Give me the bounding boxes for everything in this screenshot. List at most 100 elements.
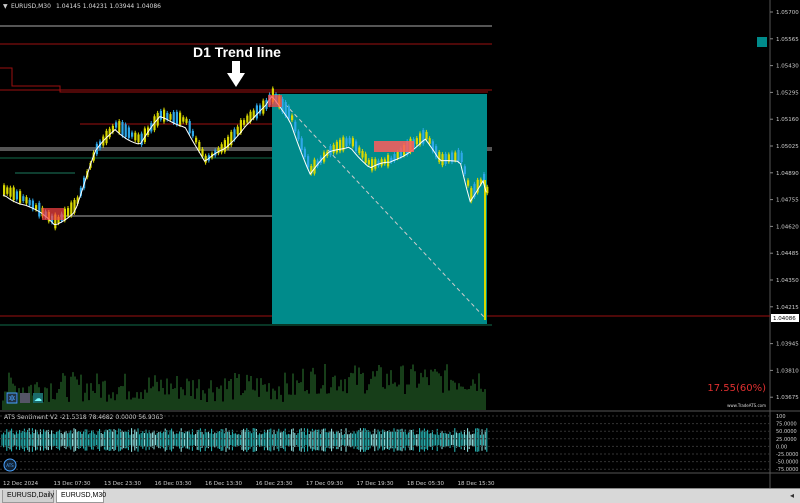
indicator-level-label: 100 bbox=[776, 414, 786, 420]
candle-body bbox=[454, 152, 457, 161]
candle-body bbox=[428, 138, 431, 144]
candle-body bbox=[287, 106, 290, 119]
candle-body bbox=[457, 149, 460, 162]
price-tick-label: 1.04350 bbox=[776, 278, 799, 284]
percent-text: 17.55(60%) bbox=[707, 383, 766, 394]
candle-body bbox=[297, 131, 300, 140]
candle-body bbox=[303, 148, 306, 158]
candle-body bbox=[159, 110, 162, 120]
candle-body bbox=[115, 122, 118, 128]
candle-body bbox=[188, 121, 191, 134]
candle-body bbox=[255, 105, 258, 119]
indicator-level-label: -75.0000 bbox=[776, 467, 798, 473]
time-tick-label: 17 Dec 19:30 bbox=[357, 481, 394, 487]
symbol-label: EURUSD,M30 bbox=[11, 3, 51, 10]
candle-body bbox=[467, 180, 470, 186]
price-tick-label: 1.04485 bbox=[776, 251, 799, 257]
scroll-left-icon[interactable]: ◂ bbox=[790, 491, 794, 500]
candle-body bbox=[332, 144, 335, 153]
price-tick-label: 1.05025 bbox=[776, 144, 799, 150]
zone-marker bbox=[757, 37, 767, 47]
candle-body bbox=[63, 208, 66, 221]
price-tick-label: 1.05295 bbox=[776, 90, 799, 96]
time-tick-label: 18 Dec 15:30 bbox=[458, 481, 495, 487]
tab-eurusd-daily[interactable]: EURUSD,Daily bbox=[2, 490, 54, 503]
time-tick-label: 13 Dec 23:30 bbox=[104, 481, 141, 487]
price-axis: 1.05700 1.05565 1.05430 1.05295 1.05160 1.050… bbox=[770, 10, 799, 401]
ohlc-values: 1.04145 1.04231 1.03944 1.04086 bbox=[56, 3, 161, 10]
chart-tabs: EURUSD,Daily EURUSD,M30 ◂ bbox=[0, 488, 800, 503]
gear-glyph: ✲ bbox=[9, 394, 16, 403]
time-tick-label: 13 Dec 07:30 bbox=[54, 481, 91, 487]
time-tick-label: 12 Dec 2024 bbox=[3, 481, 39, 487]
candle-body bbox=[134, 132, 137, 141]
teal-zone bbox=[272, 94, 487, 324]
candle-body bbox=[172, 112, 175, 124]
candle-body bbox=[3, 185, 6, 195]
candle-body bbox=[28, 199, 31, 206]
candle-body bbox=[236, 126, 239, 135]
indicator-level-label: -25.0000 bbox=[776, 452, 798, 458]
grid-icon[interactable] bbox=[20, 393, 30, 403]
price-tick-label: 1.05565 bbox=[776, 37, 799, 43]
candle-body bbox=[348, 137, 351, 144]
candle-body bbox=[294, 121, 297, 132]
candle-body bbox=[25, 197, 28, 204]
candle-body bbox=[246, 115, 249, 123]
candle-body bbox=[307, 156, 310, 168]
candle-body bbox=[6, 187, 9, 194]
candle-body bbox=[204, 155, 207, 163]
candle-body bbox=[358, 147, 361, 154]
dropdown-triangle-icon[interactable]: ▼ bbox=[3, 3, 8, 10]
time-tick-label: 17 Dec 09:30 bbox=[306, 481, 343, 487]
price-tick-label: 1.04755 bbox=[776, 198, 799, 204]
candle-body bbox=[179, 112, 182, 125]
red-signal-box-2 bbox=[268, 95, 282, 107]
price-tick-label: 1.05160 bbox=[776, 117, 799, 123]
price-tick-label: 1.04620 bbox=[776, 224, 799, 230]
time-tick-label: 16 Dec 13:30 bbox=[205, 481, 242, 487]
watermark: www.TradeATS.com bbox=[727, 403, 766, 408]
candle-body bbox=[361, 150, 364, 158]
indicator-level-label: -50.0000 bbox=[776, 460, 798, 466]
candle-body bbox=[163, 109, 166, 122]
candle-body bbox=[182, 117, 185, 122]
candle-body bbox=[460, 152, 463, 163]
indicator-title: ATS Sentiment V2 -21.5318 78.4682 0.0000… bbox=[4, 414, 163, 421]
candle-body bbox=[415, 138, 418, 145]
indicator-level-label: 25.0000 bbox=[776, 437, 797, 443]
current-price-label: 1.04086 bbox=[773, 316, 796, 322]
candle-body bbox=[364, 153, 367, 163]
candle-body bbox=[486, 186, 489, 194]
candle-body bbox=[121, 121, 124, 136]
candle-body bbox=[377, 160, 380, 166]
candle-body bbox=[463, 166, 466, 175]
candle-body bbox=[195, 137, 198, 143]
candle-body bbox=[131, 132, 134, 137]
candle-body bbox=[118, 121, 121, 133]
candle-body bbox=[124, 124, 127, 138]
candle-body bbox=[329, 146, 332, 156]
indicator-level-label: 0.00 bbox=[776, 444, 787, 450]
candle-body bbox=[175, 111, 178, 125]
candle-body bbox=[12, 187, 15, 201]
red-signal-box-3 bbox=[42, 208, 64, 220]
candle-body bbox=[396, 151, 399, 159]
candle-body bbox=[367, 160, 370, 165]
candle-body bbox=[425, 131, 428, 140]
candle-body bbox=[380, 159, 383, 166]
cloud-glyph: ☁ bbox=[34, 394, 42, 403]
candle-body bbox=[19, 191, 22, 203]
time-tick-label: 18 Dec 05:30 bbox=[407, 481, 444, 487]
price-tick-label: 1.05700 bbox=[776, 10, 799, 16]
candle-body bbox=[441, 154, 444, 166]
candle-body bbox=[345, 138, 348, 147]
price-tick-label: 1.03675 bbox=[776, 395, 799, 401]
candle-body bbox=[15, 191, 18, 200]
price-tick-label: 1.03810 bbox=[776, 368, 799, 374]
price-chart[interactable]: ▼ EURUSD,M30 1.04145 1.04231 1.03944 1.0… bbox=[0, 0, 800, 503]
candle-body bbox=[300, 138, 303, 151]
price-tick-label: 1.03945 bbox=[776, 342, 799, 348]
tab-eurusd-m30[interactable]: EURUSD,M30 bbox=[56, 490, 106, 503]
candle-body bbox=[444, 153, 447, 164]
